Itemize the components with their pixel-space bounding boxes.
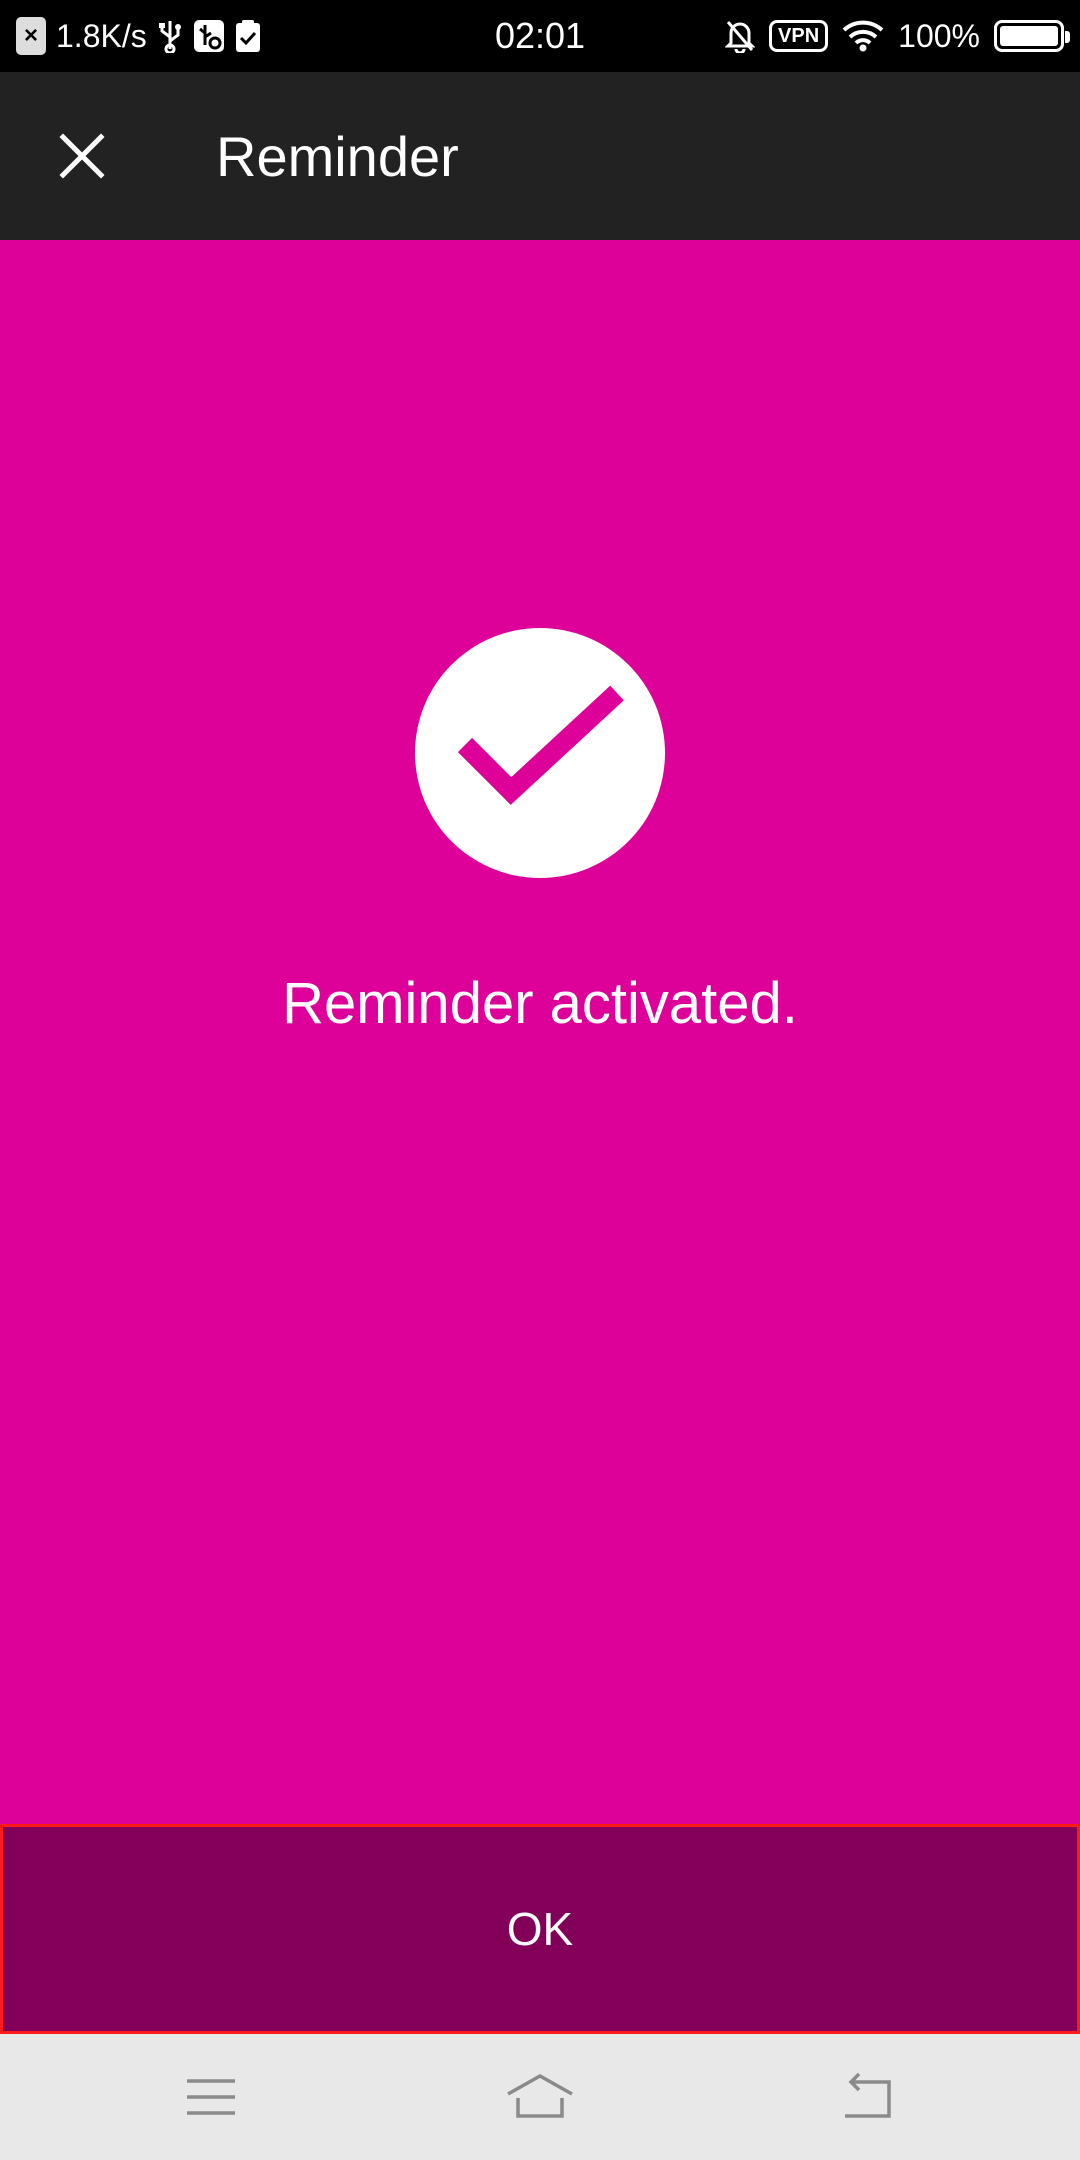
success-badge xyxy=(415,628,665,878)
usb-debug-icon xyxy=(193,19,225,53)
status-bar: × 1.8K/s 02:01 VPN 100% xyxy=(0,0,1080,72)
battery-icon xyxy=(994,20,1070,52)
back-icon xyxy=(845,2072,891,2118)
home-button[interactable] xyxy=(500,2062,580,2132)
checkmark-icon xyxy=(457,685,624,805)
page-title: Reminder xyxy=(216,124,459,188)
bell-off-icon xyxy=(725,19,756,53)
notification-badge-icon: × xyxy=(16,17,46,55)
net-speed: 1.8K/s xyxy=(56,17,147,54)
home-icon xyxy=(507,2073,573,2118)
menu-icon xyxy=(187,2079,235,2115)
close-icon xyxy=(59,133,105,179)
status-bar-left: × 1.8K/s xyxy=(16,0,261,72)
main-content: Reminder activated. xyxy=(0,240,1080,1824)
clipboard-check-icon xyxy=(235,19,261,53)
usb-icon xyxy=(157,19,183,53)
close-button[interactable] xyxy=(44,118,120,194)
battery-percent: 100% xyxy=(898,17,980,54)
status-bar-right: VPN 100% xyxy=(725,0,1070,72)
ok-button[interactable]: OK xyxy=(0,1824,1080,2034)
vpn-badge: VPN xyxy=(769,20,829,52)
back-button[interactable] xyxy=(828,2062,908,2132)
wifi-icon xyxy=(842,20,884,52)
battery-fill xyxy=(1000,26,1058,46)
confirmation-message: Reminder activated. xyxy=(282,971,798,1036)
app-bar: Reminder xyxy=(0,72,1080,240)
navigation-bar xyxy=(0,2034,1080,2160)
menu-button[interactable] xyxy=(171,2062,251,2132)
